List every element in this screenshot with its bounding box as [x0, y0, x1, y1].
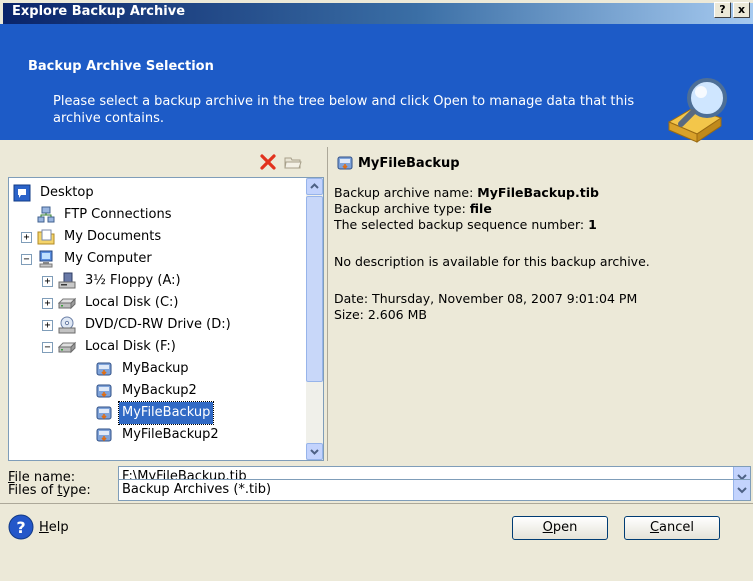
tree-item-floppy-a[interactable]: + 3½ Floppy (A:)	[42, 270, 184, 292]
svg-text:?: ?	[16, 518, 25, 537]
tree-item-label: My Computer	[64, 251, 152, 266]
archive-date: Date: Thursday, November 08, 2007 9:01:0…	[334, 291, 638, 306]
scroll-up-button[interactable]	[306, 178, 323, 195]
archive-magnifier-icon	[667, 78, 727, 143]
expand-toggle[interactable]: +	[21, 231, 32, 243]
dvd-drive-icon	[58, 316, 76, 334]
tree-item-myfilebackup2[interactable]: MyFileBackup2	[95, 424, 222, 446]
backup-archive-icon	[96, 362, 112, 376]
expand-toggle[interactable]: +	[42, 275, 53, 287]
archive-tree[interactable]: Desktop FTP Connections + My Documents −	[8, 177, 324, 461]
backup-archive-icon	[96, 384, 112, 398]
archive-type-label: Backup archive type:	[334, 201, 466, 216]
window-title: Explore Backup Archive	[12, 4, 186, 19]
archive-name-value: MyFileBackup.tib	[477, 185, 599, 200]
tree-item-dvd-drive-d[interactable]: + DVD/CD-RW Drive (D:)	[42, 314, 234, 336]
chevron-down-icon	[310, 449, 319, 455]
archive-size: Size: 2.606 MB	[334, 307, 427, 322]
archive-title: MyFileBackup	[358, 155, 460, 171]
header-title: Backup Archive Selection	[28, 59, 214, 74]
collapse-toggle[interactable]: −	[21, 253, 32, 265]
tree-item-label: MyFileBackup2	[122, 427, 219, 442]
hard-disk-icon	[58, 297, 76, 310]
help-title-button[interactable]: ?	[714, 2, 731, 18]
desktop-icon	[13, 184, 31, 202]
archive-type-value: file	[469, 201, 492, 216]
footer-divider	[0, 503, 753, 504]
tree-item-local-disk-f[interactable]: − Local Disk (F:)	[42, 336, 179, 358]
tree-item-label: Local Disk (C:)	[85, 295, 179, 310]
tree-item-label: My Documents	[64, 229, 162, 244]
tree-item-mybackup2[interactable]: MyBackup2	[95, 380, 200, 402]
tree-item-myfilebackup[interactable]: MyFileBackup	[95, 401, 215, 425]
archive-name-line: Backup archive name: MyFileBackup.tib	[334, 185, 599, 200]
backup-archive-icon	[96, 428, 112, 442]
new-folder-icon[interactable]	[284, 153, 302, 171]
ftp-network-icon	[37, 206, 55, 223]
files-of-type-combobox[interactable]: Backup Archives (*.tib)	[118, 479, 751, 501]
archive-tree-pane: Desktop FTP Connections + My Documents −	[8, 147, 324, 461]
tree-item-label: MyBackup	[122, 361, 189, 376]
cancel-button[interactable]: Cancel	[624, 516, 720, 540]
computer-icon	[39, 250, 53, 268]
sequence-label: The selected backup sequence number:	[334, 217, 585, 232]
scroll-thumb[interactable]	[306, 196, 323, 382]
header-banner: Backup Archive Selection Please select a…	[0, 24, 753, 143]
tree-toolbar	[8, 147, 324, 177]
help-link[interactable]: ? Help	[8, 514, 69, 540]
tree-item-label: Local Disk (F:)	[85, 339, 176, 354]
hard-disk-icon	[58, 341, 76, 354]
tree-item-label: Desktop	[40, 185, 94, 200]
archive-description: No description is available for this bac…	[334, 254, 650, 269]
files-of-type-value: Backup Archives (*.tib)	[122, 482, 272, 497]
sequence-value: 1	[588, 217, 597, 232]
tree-scrollbar[interactable]	[306, 178, 323, 460]
documents-folder-icon	[37, 229, 55, 245]
tree-item-my-computer[interactable]: − My Computer	[21, 248, 155, 270]
tree-item-label: 3½ Floppy (A:)	[85, 273, 181, 288]
tree-item-label: MyFileBackup	[117, 401, 215, 425]
header-description: Please select a backup archive in the tr…	[53, 94, 635, 126]
scroll-down-button[interactable]	[306, 443, 323, 460]
delete-icon[interactable]	[259, 153, 277, 171]
help-icon: ?	[8, 514, 34, 540]
tree-item-desktop[interactable]: Desktop	[13, 182, 97, 204]
archive-name-label: Backup archive name:	[334, 185, 474, 200]
tree-item-mybackup[interactable]: MyBackup	[95, 358, 192, 380]
tree-item-local-disk-c[interactable]: + Local Disk (C:)	[42, 292, 181, 314]
sequence-line: The selected backup sequence number: 1	[334, 217, 597, 232]
backup-archive-icon	[96, 406, 112, 420]
expand-toggle[interactable]: +	[42, 319, 53, 331]
files-of-type-dropdown-button[interactable]	[733, 480, 750, 500]
tree-item-ftp-connections[interactable]: FTP Connections	[37, 204, 175, 226]
archive-heading: MyFileBackup	[336, 154, 460, 172]
collapse-toggle[interactable]: −	[42, 341, 53, 353]
window-titlebar: Explore Backup Archive ? x	[0, 0, 753, 24]
close-title-button[interactable]: x	[733, 2, 750, 18]
floppy-drive-icon	[58, 272, 76, 289]
backup-archive-icon	[337, 156, 353, 170]
tree-item-label: DVD/CD-RW Drive (D:)	[85, 317, 231, 332]
tree-item-label: FTP Connections	[64, 207, 172, 222]
archive-details-pane: MyFileBackup Backup archive name: MyFile…	[327, 147, 753, 461]
chevron-up-icon	[310, 183, 319, 189]
expand-toggle[interactable]: +	[42, 297, 53, 309]
tree-item-my-documents[interactable]: + My Documents	[21, 226, 164, 248]
chevron-down-icon	[737, 487, 747, 494]
tree-item-label: MyBackup2	[122, 383, 197, 398]
files-of-type-label: Files of type:	[8, 483, 91, 498]
open-button[interactable]: Open	[512, 516, 608, 540]
archive-type-line: Backup archive type: file	[334, 201, 492, 216]
